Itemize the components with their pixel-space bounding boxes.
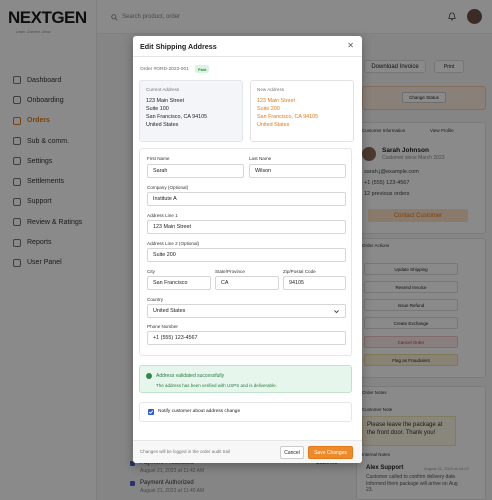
notify-label: Notify customer about address change bbox=[158, 409, 241, 414]
address1-field[interactable]: 123 Main Street bbox=[147, 220, 346, 234]
divider bbox=[133, 56, 362, 57]
address2-field[interactable]: Suite 200 bbox=[147, 248, 346, 262]
city-label: City bbox=[147, 269, 155, 274]
country-value: United States bbox=[153, 308, 186, 314]
chevron-down-icon bbox=[334, 310, 339, 314]
last-name-label: Last Name bbox=[249, 156, 272, 161]
first-name-field[interactable]: Sarah bbox=[147, 164, 244, 178]
notify-option: Notify customer about address change bbox=[139, 402, 352, 422]
notify-checkbox[interactable] bbox=[148, 409, 154, 415]
company-field[interactable]: Institute A bbox=[147, 192, 346, 206]
new-address-label: New Address bbox=[257, 87, 285, 92]
zip-field[interactable]: 94105 bbox=[283, 276, 346, 290]
cancel-button[interactable]: Cancel bbox=[280, 446, 304, 459]
validation-message: The address has been verified with USPS … bbox=[156, 383, 277, 388]
current-address-label: Current Address bbox=[146, 87, 180, 92]
status-badge: Paid bbox=[195, 65, 210, 73]
validation-title: Address validated successfully bbox=[156, 373, 225, 379]
first-name-label: First Name bbox=[147, 156, 170, 161]
last-name-field[interactable]: Wilson bbox=[249, 164, 346, 178]
address-form: First Name Sarah Last Name Wilson Compan… bbox=[139, 148, 352, 356]
state-label: State/Province bbox=[215, 269, 245, 274]
close-icon[interactable]: ✕ bbox=[347, 41, 354, 50]
address-line: United States bbox=[257, 122, 290, 128]
new-address-card: New Address 123 Main Street Suite 200 Sa… bbox=[250, 80, 354, 142]
address2-label: Address Line 2 (Optional) bbox=[147, 241, 200, 246]
modal-title: Edit Shipping Address bbox=[140, 42, 217, 51]
country-label: Country bbox=[147, 297, 164, 302]
save-changes-button[interactable]: Save Changes bbox=[308, 446, 353, 459]
phone-field[interactable]: +1 (555) 123-4567 bbox=[147, 331, 346, 345]
country-select[interactable]: United States bbox=[147, 304, 346, 318]
address-line: San Francisco, CA 94105 bbox=[257, 114, 319, 120]
edit-shipping-modal: Edit Shipping Address ✕ Order #ORD-2023-… bbox=[133, 36, 362, 463]
address-line: San Francisco, CA 94105 bbox=[146, 114, 208, 120]
phone-label: Phone Number bbox=[147, 324, 178, 329]
cancel-label: Cancel bbox=[284, 449, 300, 456]
checkmark-icon bbox=[148, 410, 154, 415]
address-line: Suite 200 bbox=[257, 106, 280, 112]
address-line: United States bbox=[146, 122, 179, 128]
modal-footer: Changes will be logged in the order audi… bbox=[133, 440, 362, 463]
save-label: Save Changes bbox=[314, 449, 347, 456]
current-address-card: Current Address 123 Main Street Suite 10… bbox=[139, 80, 243, 142]
address-line: 123 Main Street bbox=[146, 98, 185, 104]
footer-note: Changes will be logged in the order audi… bbox=[140, 449, 231, 454]
state-field[interactable]: CA bbox=[215, 276, 279, 290]
address-line: 123 Main Street bbox=[257, 98, 296, 104]
validation-banner: Address validated successfully The addre… bbox=[139, 365, 352, 393]
order-id: Order #ORD-2023-001 bbox=[140, 67, 189, 72]
zip-label: Zip/Postal Code bbox=[283, 269, 316, 274]
address1-label: Address Line 1 bbox=[147, 213, 178, 218]
company-label: Company (Optional) bbox=[147, 185, 189, 190]
city-field[interactable]: San Francisco bbox=[147, 276, 211, 290]
check-circle-icon bbox=[146, 373, 152, 379]
address-line: Suite 100 bbox=[146, 106, 169, 112]
